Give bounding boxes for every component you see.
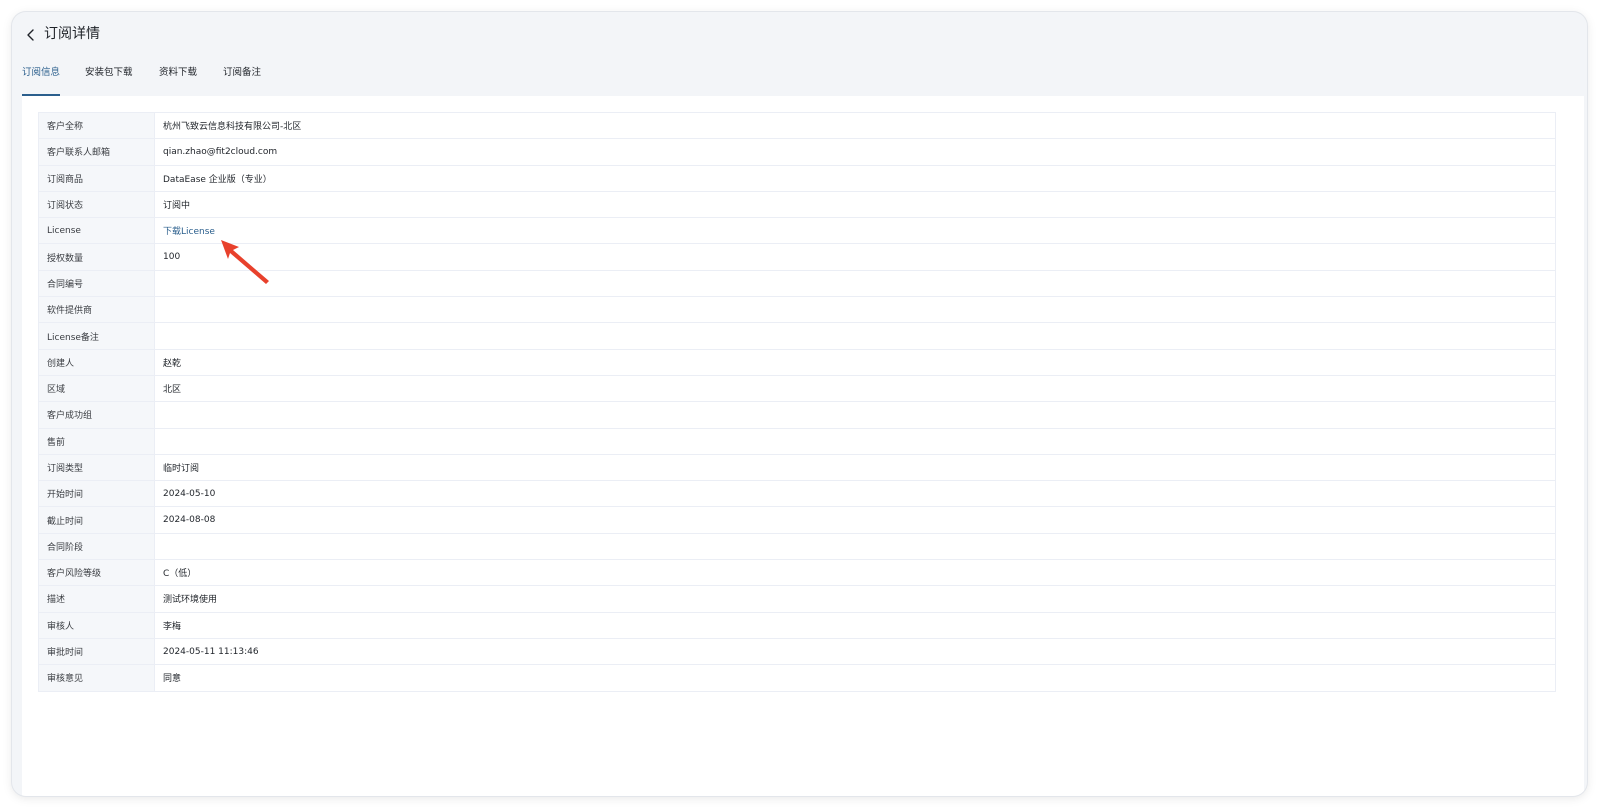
- row-value: qian.zhao@fit2cloud.com: [154, 138, 1556, 166]
- row-label: 授权数量: [38, 243, 155, 271]
- table-row: 截止时间 2024-08-08: [38, 506, 1556, 534]
- download-license-link[interactable]: 下载License: [163, 227, 215, 237]
- row-value: [154, 532, 1556, 561]
- row-label: 客户联系人邮箱: [38, 138, 155, 166]
- table-row: License备注: [38, 322, 1556, 350]
- table-row: 订阅类型 临时订阅: [38, 453, 1556, 482]
- row-label: 开始时间: [38, 480, 155, 508]
- table-row: 客户成功组: [38, 401, 1556, 429]
- row-value: [154, 269, 1556, 298]
- table-row: 审批时间 2024-05-11 11:13:46: [38, 637, 1556, 666]
- table-row: 开始时间 2024-05-10: [38, 480, 1556, 508]
- row-label: 售前: [38, 427, 155, 455]
- row-value: 李梅: [154, 611, 1556, 639]
- row-value: 2024-08-08: [154, 506, 1556, 534]
- table-row: 订阅状态 订阅中: [38, 190, 1556, 219]
- tab-subscription-info[interactable]: 订阅信息: [22, 62, 61, 96]
- row-label: 创建人: [38, 348, 155, 376]
- row-label: 截止时间: [38, 506, 155, 534]
- row-label: 审核意见: [38, 664, 155, 692]
- row-label: 审批时间: [38, 637, 155, 666]
- row-label: 客户风险等级: [38, 559, 155, 587]
- row-value: 测试环境使用: [154, 585, 1556, 613]
- row-label: 描述: [38, 585, 155, 613]
- row-label: 合同阶段: [38, 532, 155, 561]
- row-label: License备注: [38, 322, 155, 350]
- table-row: 售前: [38, 427, 1556, 455]
- row-label: 订阅商品: [38, 164, 155, 192]
- tab-document-download[interactable]: 资料下载: [159, 62, 197, 96]
- row-label: 客户成功组: [38, 401, 155, 429]
- table-row: 软件提供商: [38, 296, 1556, 324]
- table-row: 订阅商品 DataEase 企业版（专业）: [38, 164, 1556, 192]
- row-value: 订阅中: [154, 190, 1556, 219]
- subscription-detail-table: 客户全称 杭州飞致云信息科技有限公司-北区 客户联系人邮箱 qian.zhao@…: [38, 111, 1556, 692]
- table-row: 审核人 李梅: [38, 611, 1556, 639]
- table-row: 客户全称 杭州飞致云信息科技有限公司-北区: [38, 111, 1556, 140]
- row-label: 软件提供商: [38, 296, 155, 324]
- tab-subscription-notes[interactable]: 订阅备注: [223, 62, 261, 96]
- row-value: [154, 296, 1556, 324]
- row-label: License: [38, 217, 155, 245]
- table-row: 合同编号: [38, 269, 1556, 298]
- row-label: 订阅类型: [38, 453, 155, 482]
- row-value: [154, 401, 1556, 429]
- table-row: 审核意见 同意: [38, 664, 1556, 692]
- table-row: License 下载License: [38, 217, 1556, 245]
- row-value: [154, 322, 1556, 350]
- table-row: 合同阶段: [38, 532, 1556, 561]
- row-value: DataEase 企业版（专业）: [154, 164, 1556, 192]
- chevron-left-icon: [27, 29, 34, 41]
- app-window: 订阅详情 订阅信息 安装包下载 资料下载 订阅备注 客户全称 杭州飞致云信息科技…: [12, 12, 1587, 796]
- row-label: 客户全称: [38, 111, 155, 140]
- back-button[interactable]: [23, 27, 39, 43]
- row-value: C（低）: [154, 559, 1556, 587]
- table-row: 客户联系人邮箱 qian.zhao@fit2cloud.com: [38, 138, 1556, 166]
- tab-bar: 订阅信息 安装包下载 资料下载 订阅备注: [22, 62, 1584, 99]
- table-row: 创建人 赵乾: [38, 348, 1556, 376]
- row-label: 合同编号: [38, 269, 155, 298]
- row-value: 同意: [154, 664, 1556, 692]
- row-value: [154, 427, 1556, 455]
- row-value: 下载License: [154, 217, 1556, 245]
- tab-package-download[interactable]: 安装包下载: [85, 62, 133, 96]
- row-value: 赵乾: [154, 348, 1556, 376]
- table-row: 区域 北区: [38, 374, 1556, 403]
- detail-panel: 客户全称 杭州飞致云信息科技有限公司-北区 客户联系人邮箱 qian.zhao@…: [22, 96, 1584, 796]
- row-value: 2024-05-10: [154, 480, 1556, 508]
- table-row: 描述 测试环境使用: [38, 585, 1556, 613]
- page-title: 订阅详情: [44, 26, 100, 42]
- row-value: 2024-05-11 11:13:46: [154, 637, 1556, 666]
- row-value: 北区: [154, 374, 1556, 403]
- row-label: 区域: [38, 374, 155, 403]
- page-header: 订阅详情: [12, 12, 1587, 58]
- row-value: 100: [154, 243, 1556, 271]
- row-label: 订阅状态: [38, 190, 155, 219]
- table-row: 授权数量 100: [38, 243, 1556, 271]
- table-row: 客户风险等级 C（低）: [38, 559, 1556, 587]
- row-label: 审核人: [38, 611, 155, 639]
- row-value: 杭州飞致云信息科技有限公司-北区: [154, 111, 1556, 140]
- row-value: 临时订阅: [154, 453, 1556, 482]
